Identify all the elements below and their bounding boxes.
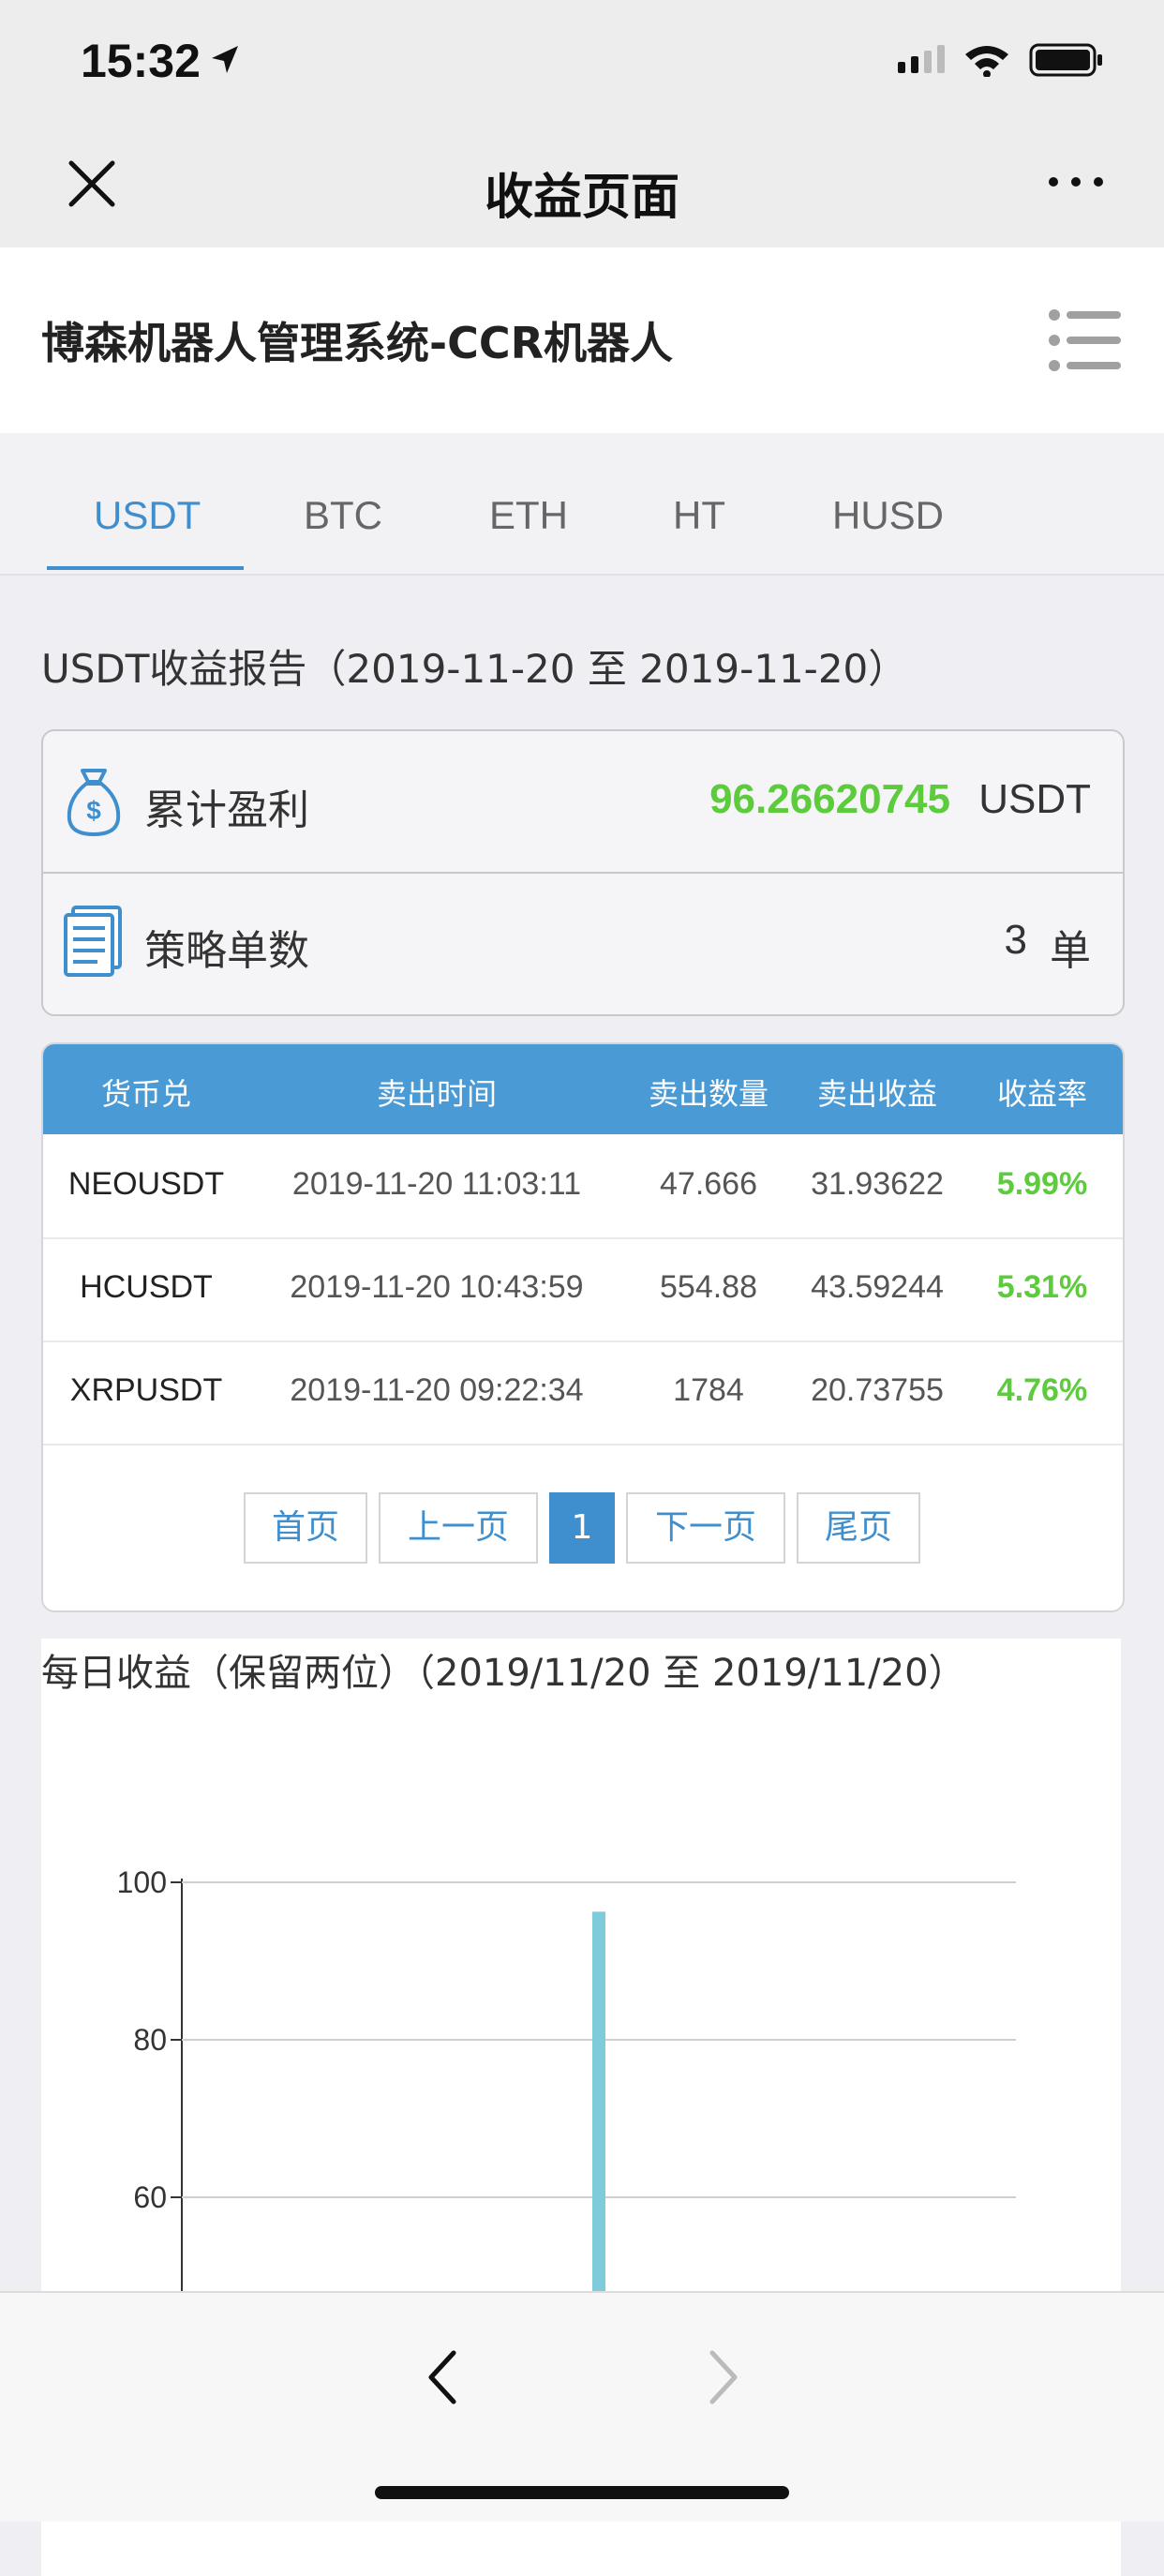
- col-header-qty: 卖出数量: [648, 1076, 769, 1112]
- status-time: 15:32: [81, 35, 201, 87]
- next-page-button[interactable]: 下一页: [626, 1492, 785, 1564]
- tab-btc[interactable]: BTC: [304, 493, 382, 538]
- y-tick-label: 60: [133, 2180, 167, 2214]
- cell-qty: 554.88: [660, 1269, 757, 1305]
- orders-value: 3: [1004, 917, 1027, 963]
- cell-rate: 5.99%: [996, 1166, 1088, 1202]
- cell-income: 43.59244: [811, 1269, 944, 1305]
- trades-table: 货币兑 卖出时间 卖出数量 卖出收益 收益率 NEOUSDT 2019-11-2…: [41, 1042, 1125, 1612]
- cell-qty: 47.666: [660, 1166, 757, 1202]
- home-indicator: [375, 2486, 789, 2499]
- currency-tabs: USDT BTC ETH HT HUSD: [0, 433, 1164, 576]
- cell-income: 20.73755: [811, 1372, 944, 1408]
- col-header-pair: 货币兑: [100, 1076, 191, 1112]
- money-bag-icon: $: [67, 769, 121, 837]
- summary-box: $ 累计盈利 96.26620745 USDT 策略单数 3 单: [41, 729, 1125, 1016]
- table-row: XRPUSDT 2019-11-20 09:22:34 1784 20.7375…: [43, 1340, 1123, 1445]
- bar: [592, 1911, 605, 2314]
- app-header: 博森机器人管理系统-CCR机器人: [0, 247, 1164, 433]
- table-row: NEOUSDT 2019-11-20 11:03:11 47.666 31.93…: [43, 1134, 1123, 1239]
- tab-ht[interactable]: HT: [673, 493, 725, 538]
- battery-icon: [1029, 43, 1102, 77]
- cell-income: 31.93622: [811, 1166, 944, 1202]
- document-icon: [64, 906, 122, 977]
- col-header-income: 卖出收益: [816, 1076, 937, 1112]
- cell-time: 2019-11-20 10:43:59: [290, 1269, 584, 1305]
- nav-bar: 收益页面: [0, 122, 1164, 247]
- back-arrow-icon[interactable]: [424, 2349, 461, 2405]
- report-title: USDT收益报告（2019-11-20 至 2019-11-20）: [41, 646, 908, 692]
- current-page-button[interactable]: 1: [549, 1492, 615, 1564]
- forward-arrow-icon[interactable]: [705, 2349, 742, 2405]
- active-tab-indicator: [47, 566, 244, 570]
- more-options-icon[interactable]: [1048, 176, 1104, 187]
- orders-label: 策略单数: [144, 927, 309, 975]
- app-title: 博森机器人管理系统-CCR机器人: [41, 318, 674, 368]
- first-page-button[interactable]: 首页: [244, 1492, 367, 1564]
- chart-title: 每日收益（保留两位）（2019/11/20 至 2019/11/20）: [41, 1652, 966, 1695]
- cell-time: 2019-11-20 09:22:34: [290, 1372, 584, 1408]
- cell-rate: 4.76%: [996, 1372, 1088, 1408]
- y-tick-label: 80: [133, 2023, 167, 2057]
- tab-husd[interactable]: HUSD: [832, 493, 944, 538]
- summary-divider: [43, 872, 1123, 874]
- bar-chart: 60 80 100: [117, 1865, 1016, 2314]
- menu-list-icon[interactable]: [1048, 307, 1123, 373]
- prev-page-button[interactable]: 上一页: [379, 1492, 538, 1564]
- profit-unit: USDT: [978, 776, 1091, 822]
- pagination: 首页 上一页 1 下一页 尾页: [43, 1492, 1123, 1567]
- status-bar: 15:32: [0, 0, 1164, 122]
- cellular-signal-icon: [898, 45, 945, 73]
- cell-qty: 1784: [673, 1372, 744, 1408]
- wifi-icon: [965, 46, 1008, 77]
- table-row: HCUSDT 2019-11-20 10:43:59 554.88 43.592…: [43, 1237, 1123, 1342]
- col-header-time: 卖出时间: [376, 1076, 497, 1112]
- cell-pair: HCUSDT: [80, 1269, 213, 1305]
- cell-time: 2019-11-20 11:03:11: [291, 1166, 582, 1202]
- col-header-rate: 收益率: [996, 1076, 1087, 1112]
- table-header: 货币兑 卖出时间 卖出数量 卖出收益 收益率: [43, 1044, 1123, 1134]
- svg-text:$: $: [86, 796, 101, 825]
- browser-bottom-bar: [0, 2291, 1164, 2522]
- orders-unit: 单: [1050, 927, 1091, 975]
- tab-eth[interactable]: ETH: [489, 493, 568, 538]
- tab-usdt[interactable]: USDT: [94, 493, 201, 538]
- profit-label: 累计盈利: [144, 786, 309, 834]
- profit-value: 96.26620745: [709, 776, 950, 822]
- cell-rate: 5.31%: [996, 1269, 1088, 1305]
- cell-pair: XRPUSDT: [69, 1372, 223, 1408]
- location-arrow-icon: [212, 46, 238, 73]
- page-title: 收益页面: [484, 170, 679, 226]
- cell-pair: NEOUSDT: [67, 1166, 225, 1202]
- y-tick-label: 100: [117, 1865, 167, 1899]
- last-page-button[interactable]: 尾页: [797, 1492, 920, 1564]
